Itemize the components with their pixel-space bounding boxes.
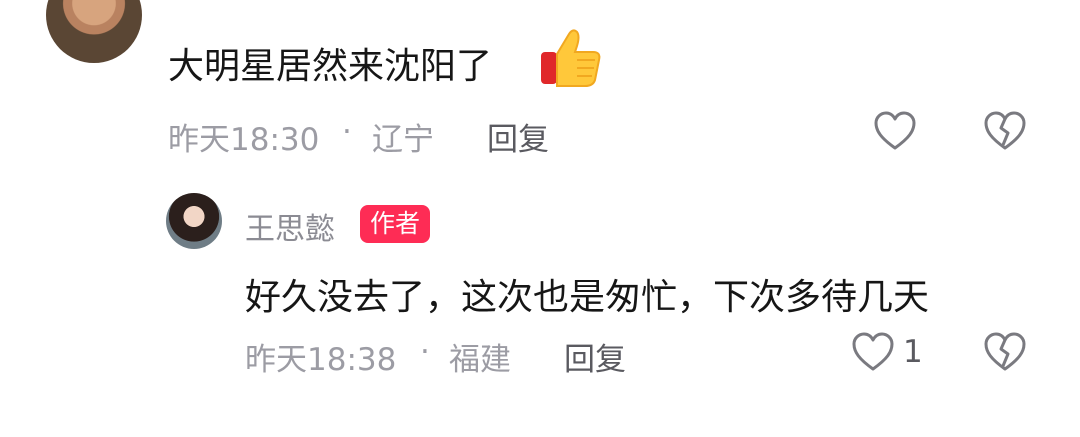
dislike-broken-heart-icon[interactable] <box>983 332 1027 372</box>
comment-time: 昨天18:30 <box>168 122 320 158</box>
like-count: 1 <box>903 334 923 370</box>
thumbs-up-icon <box>537 24 605 92</box>
author-username[interactable]: 王思懿 <box>245 204 335 248</box>
like-heart-icon[interactable] <box>873 111 917 151</box>
commenter-avatar[interactable] <box>46 0 142 63</box>
meta-separator: · <box>420 334 430 370</box>
reply-button[interactable]: 回复 <box>564 334 626 379</box>
reply-comment-text: 好久没去了，这次也是匆忙，下次多待几天 <box>245 277 930 318</box>
reply-button[interactable]: 回复 <box>487 114 549 159</box>
dislike-broken-heart-icon[interactable] <box>983 111 1027 151</box>
author-avatar[interactable] <box>166 193 222 249</box>
author-badge: 作者 <box>360 205 431 243</box>
comment-time: 昨天18:38 <box>245 342 397 378</box>
like-heart-icon[interactable] <box>851 332 895 372</box>
meta-separator: · <box>342 114 352 150</box>
comment-location: 辽宁 <box>372 122 434 158</box>
comment-location: 福建 <box>449 342 511 378</box>
comment-text: 大明星居然来沈阳了 <box>168 46 493 87</box>
